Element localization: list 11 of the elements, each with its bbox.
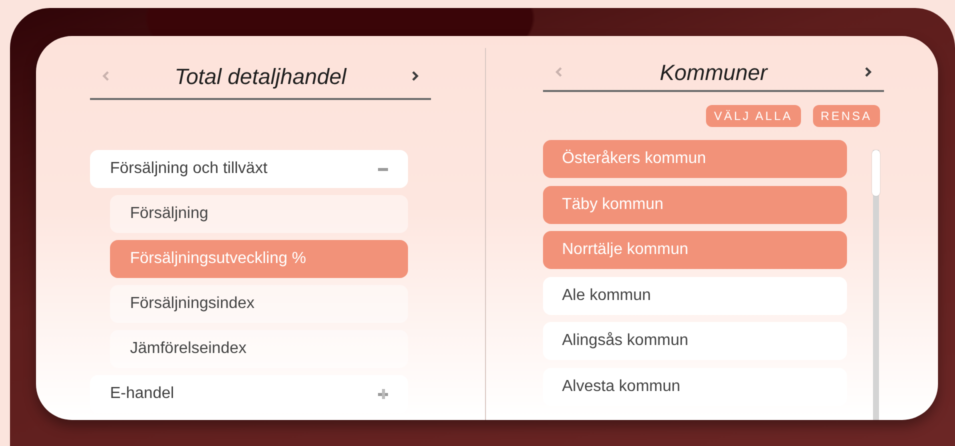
subcategory-item[interactable]: Försäljningsindex xyxy=(110,285,408,323)
panel-title: Total detaljhandel xyxy=(174,63,346,90)
subcategory-item[interactable]: Jämförelseindex xyxy=(110,330,408,368)
scrollbar-track[interactable] xyxy=(873,150,879,420)
scrollbar-thumb[interactable] xyxy=(872,150,880,196)
municipality-item[interactable]: Ale kommun xyxy=(543,276,847,314)
category-item[interactable]: Försäljning och tillväxt xyxy=(90,150,408,188)
plus-icon[interactable] xyxy=(378,389,388,399)
subcategory-item[interactable]: Försäljning xyxy=(110,195,408,233)
municipality-item[interactable]: Alingsås kommun xyxy=(543,322,847,360)
panel-title: Kommuner xyxy=(660,59,768,86)
